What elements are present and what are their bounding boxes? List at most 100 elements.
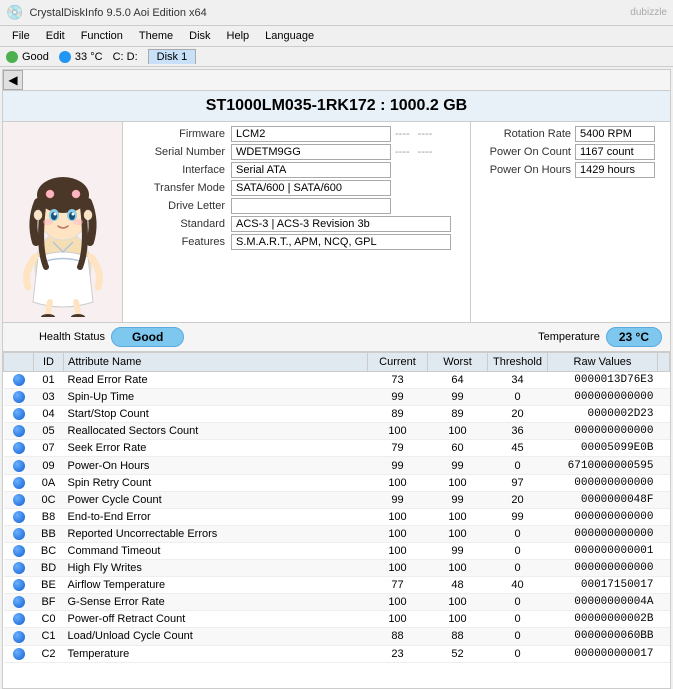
watermark: dubizzle xyxy=(630,7,667,18)
row-icon xyxy=(4,594,34,611)
health-row: Health Status Good Temperature 23 °C xyxy=(3,323,670,352)
row-scroll-space xyxy=(658,628,670,645)
status-circle-icon xyxy=(13,408,25,420)
row-worst: 89 xyxy=(428,406,488,423)
menu-function[interactable]: Function xyxy=(73,28,131,44)
row-scroll-space xyxy=(658,577,670,594)
drive-letter-value xyxy=(231,198,391,214)
row-threshold: 0 xyxy=(488,594,548,611)
row-id: BD xyxy=(34,560,64,577)
row-current: 100 xyxy=(368,594,428,611)
row-current: 89 xyxy=(368,406,428,423)
row-raw: 0000000048F xyxy=(548,491,658,508)
row-current: 23 xyxy=(368,645,428,662)
row-attr-name: Seek Error Rate xyxy=(64,440,368,457)
nav-back-button[interactable]: ◀ xyxy=(3,70,23,90)
temp-value: 23 °C xyxy=(606,327,662,347)
disk-c-health-label: Good xyxy=(22,51,49,63)
row-scroll-space xyxy=(658,542,670,559)
row-icon xyxy=(4,560,34,577)
main-content: ◀ ST1000LM035-1RK172 : 1000.2 GB xyxy=(2,69,671,689)
disk-tab[interactable]: Disk 1 xyxy=(148,49,197,64)
row-id: 0A xyxy=(34,474,64,491)
row-raw: 000000000000 xyxy=(548,389,658,406)
table-row: C2 Temperature 23 52 0 000000000017 xyxy=(4,645,670,662)
row-icon xyxy=(4,474,34,491)
row-id: 05 xyxy=(34,423,64,440)
app-title: CrystalDiskInfo 9.5.0 Aoi Edition x64 xyxy=(29,7,206,19)
col-threshold: Threshold xyxy=(488,353,548,372)
menu-file[interactable]: File xyxy=(4,28,38,44)
interface-row: Interface Serial ATA xyxy=(131,162,462,178)
row-id: BB xyxy=(34,525,64,542)
health-circle-green xyxy=(6,51,18,63)
disk-c-temp: 33 °C xyxy=(59,51,103,63)
row-worst: 100 xyxy=(428,611,488,628)
row-scroll-space xyxy=(658,440,670,457)
row-current: 100 xyxy=(368,508,428,525)
dash3: ---- xyxy=(391,146,414,158)
left-info-fields: Firmware LCM2 ---- ---- Serial Number WD… xyxy=(123,122,470,322)
menu-language[interactable]: Language xyxy=(257,28,322,44)
features-value: S.M.A.R.T., APM, NCQ, GPL xyxy=(231,234,451,250)
row-current: 100 xyxy=(368,525,428,542)
row-scroll-space xyxy=(658,457,670,474)
table-row: 09 Power-On Hours 99 99 0 6710000000595 xyxy=(4,457,670,474)
temp-circle-blue xyxy=(59,51,71,63)
table-row: 0A Spin Retry Count 100 100 97 000000000… xyxy=(4,474,670,491)
row-threshold: 0 xyxy=(488,645,548,662)
row-current: 79 xyxy=(368,440,428,457)
standard-row: Standard ACS-3 | ACS-3 Revision 3b xyxy=(131,216,462,232)
row-raw: 000000000000 xyxy=(548,525,658,542)
status-circle-icon xyxy=(13,511,25,523)
row-worst: 100 xyxy=(428,423,488,440)
menu-theme[interactable]: Theme xyxy=(131,28,181,44)
row-raw: 6710000000595 xyxy=(548,457,658,474)
table-row: BE Airflow Temperature 77 48 40 00017150… xyxy=(4,577,670,594)
title-bar: 💿 CrystalDiskInfo 9.5.0 Aoi Edition x64 … xyxy=(0,0,673,26)
table-row: 03 Spin-Up Time 99 99 0 000000000000 xyxy=(4,389,670,406)
col-name: Attribute Name xyxy=(64,353,368,372)
row-current: 100 xyxy=(368,423,428,440)
row-id: BC xyxy=(34,542,64,559)
row-id: 07 xyxy=(34,440,64,457)
row-current: 99 xyxy=(368,457,428,474)
table-row: BC Command Timeout 100 99 0 000000000001 xyxy=(4,542,670,559)
power-on-hours-row: Power On Hours 1429 hours xyxy=(475,162,666,178)
table-row: 01 Read Error Rate 73 64 34 0000013D76E3 xyxy=(4,372,670,389)
status-circle-icon xyxy=(13,631,25,643)
row-raw: 00000000004A xyxy=(548,594,658,611)
row-attr-name: Load/Unload Cycle Count xyxy=(64,628,368,645)
serial-row: Serial Number WDETM9GG ---- ---- xyxy=(131,144,462,160)
health-label: Health Status xyxy=(11,331,111,343)
row-current: 100 xyxy=(368,542,428,559)
table-row: BD High Fly Writes 100 100 0 00000000000… xyxy=(4,560,670,577)
menu-help[interactable]: Help xyxy=(219,28,258,44)
row-scroll-space xyxy=(658,406,670,423)
anime-character xyxy=(8,127,118,317)
menu-disk[interactable]: Disk xyxy=(181,28,218,44)
disk-c-temp-label: 33 °C xyxy=(75,51,103,63)
row-id: B8 xyxy=(34,508,64,525)
row-icon xyxy=(4,508,34,525)
dash1: ---- xyxy=(391,128,414,140)
status-bar: Good 33 °C C: D: Disk 1 xyxy=(0,47,673,67)
rotation-value: 5400 RPM xyxy=(575,126,655,142)
col-current: Current xyxy=(368,353,428,372)
info-section: Firmware LCM2 ---- ---- Serial Number WD… xyxy=(3,122,670,323)
avatar-area xyxy=(3,122,123,322)
row-scroll-space xyxy=(658,525,670,542)
features-row: Features S.M.A.R.T., APM, NCQ, GPL xyxy=(131,234,462,250)
firmware-value: LCM2 xyxy=(231,126,391,142)
row-scroll-space xyxy=(658,611,670,628)
device-title: ST1000LM035-1RK172 : 1000.2 GB xyxy=(3,91,670,122)
row-threshold: 20 xyxy=(488,406,548,423)
status-circle-icon xyxy=(13,528,25,540)
firmware-label: Firmware xyxy=(131,128,231,140)
row-current: 100 xyxy=(368,611,428,628)
row-scroll-space xyxy=(658,389,670,406)
row-attr-name: Airflow Temperature xyxy=(64,577,368,594)
menu-edit[interactable]: Edit xyxy=(38,28,73,44)
table-body: 01 Read Error Rate 73 64 34 0000013D76E3… xyxy=(4,372,670,663)
row-id: BE xyxy=(34,577,64,594)
